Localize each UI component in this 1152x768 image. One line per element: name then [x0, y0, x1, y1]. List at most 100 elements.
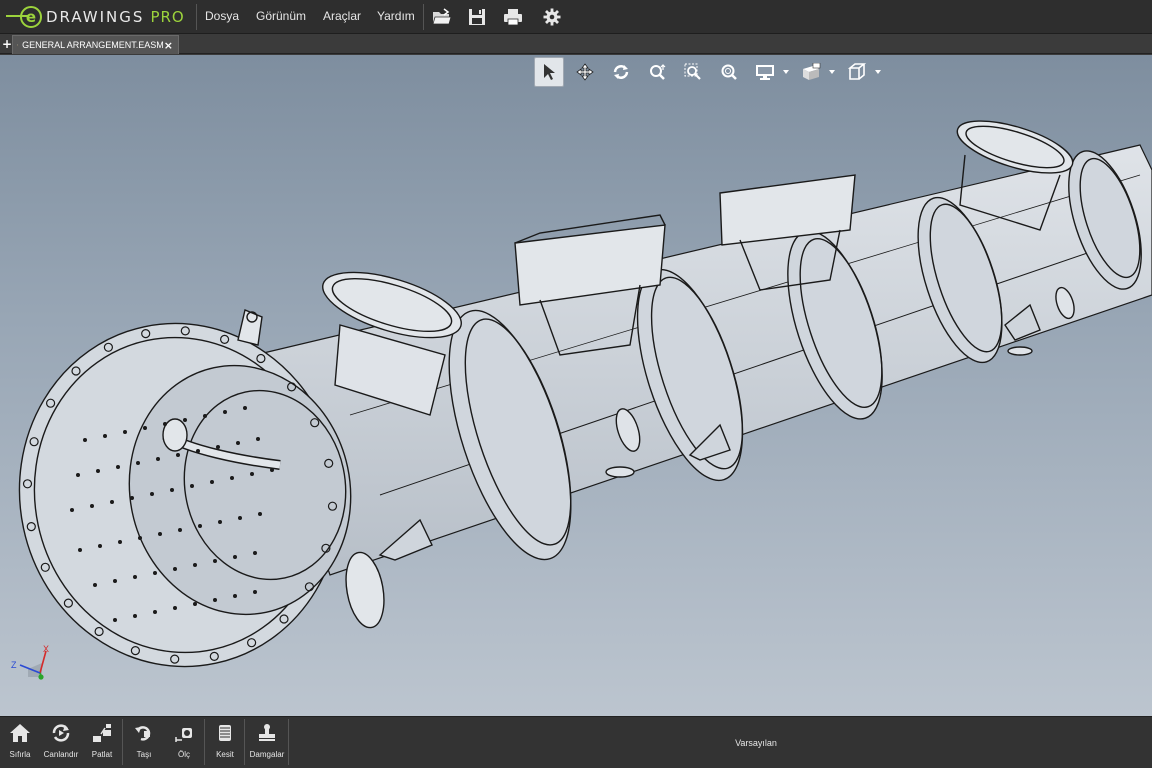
perforation-hole: [178, 528, 182, 532]
side-nozzle: [1007, 346, 1033, 356]
perforation-hole: [93, 583, 97, 587]
perforation-hole: [78, 548, 82, 552]
measure-icon: [175, 728, 192, 742]
zoom-area-icon: [684, 63, 701, 80]
perforation-hole: [193, 563, 197, 567]
reset-button[interactable]: Sıfırla: [4, 719, 36, 765]
display-style-tool[interactable]: [750, 57, 780, 87]
standard-views-dropdown-icon[interactable]: [828, 57, 836, 87]
views-icon: [803, 63, 821, 80]
stamp-icon: [259, 724, 275, 741]
measure-button[interactable]: Ölç: [166, 719, 202, 765]
perforation-hole: [90, 504, 94, 508]
menu-yardim[interactable]: Yardım: [377, 9, 415, 23]
app-header: e DRAWINGS PRO Dosya Görünüm Araçlar Yar…: [0, 0, 1152, 34]
toolbar-divider: [244, 719, 245, 765]
stamps-label: Damgalar: [249, 750, 285, 759]
triad-z-label: Z: [11, 660, 17, 670]
reset-label: Sıfırla: [9, 750, 31, 759]
display-style-dropdown-icon[interactable]: [782, 57, 790, 87]
perforation-hole: [153, 610, 157, 614]
perforation-hole: [173, 567, 177, 571]
pressure-vessel-assembly-model[interactable]: [0, 55, 1152, 716]
toolbar-divider: [204, 719, 205, 765]
bottom-toolbar: Sıfırla Canlandır Patlat Taşı Ölç Kesit …: [0, 716, 1152, 768]
configuration-name[interactable]: Varsayılan: [700, 738, 812, 748]
zoom-to-fit-tool[interactable]: [714, 57, 744, 87]
perforation-hole: [183, 418, 187, 422]
perforation-hole: [216, 445, 220, 449]
zoom-fit-icon: [721, 64, 737, 80]
document-tab-strip: + GENERAL ARRANGEMENT.EASM ×: [0, 34, 1152, 54]
pan-tool[interactable]: [570, 57, 600, 87]
stamps-button[interactable]: Damgalar: [246, 719, 288, 765]
perforation-hole: [133, 614, 137, 618]
zoom-tool[interactable]: [642, 57, 672, 87]
explode-button[interactable]: Patlat: [86, 719, 118, 765]
perforation-hole: [213, 559, 217, 563]
section-button[interactable]: Kesit: [208, 719, 242, 765]
move-component-icon: [135, 726, 151, 741]
toolbar-divider: [122, 719, 123, 765]
measure-label: Ölç: [178, 750, 190, 759]
perforation-hole: [210, 480, 214, 484]
perforation-hole: [238, 516, 242, 520]
save-icon[interactable]: [466, 6, 488, 28]
perforation-hole: [250, 472, 254, 476]
home-reset-icon: [10, 724, 30, 742]
view-orientation-tool[interactable]: [842, 57, 872, 87]
menu-dosya[interactable]: Dosya: [205, 9, 239, 23]
orientation-triad: X Z: [11, 644, 49, 680]
zoom-to-area-tool[interactable]: [678, 57, 708, 87]
perforation-hole: [136, 461, 140, 465]
tab-label: GENERAL ARRANGEMENT.EASM: [22, 40, 164, 50]
perforation-hole: [138, 536, 142, 540]
perforation-hole: [83, 438, 87, 442]
perforation-hole: [113, 618, 117, 622]
perforation-hole: [133, 575, 137, 579]
assembly-icon: [17, 44, 19, 46]
perforation-hole: [223, 410, 227, 414]
perforation-hole: [253, 590, 257, 594]
move-component-button[interactable]: Taşı: [128, 719, 160, 765]
perforation-hole: [176, 453, 180, 457]
perforation-hole: [103, 434, 107, 438]
tab-close-button[interactable]: ×: [164, 39, 173, 52]
select-tool[interactable]: [534, 57, 564, 87]
move-arrows-icon: [576, 63, 594, 81]
perforation-hole: [270, 468, 274, 472]
rotate-tool[interactable]: [606, 57, 636, 87]
menu-araclar[interactable]: Araçlar: [323, 9, 361, 23]
perforation-hole: [233, 555, 237, 559]
perforation-hole: [76, 473, 80, 477]
view-orientation-dropdown-icon[interactable]: [874, 57, 882, 87]
open-folder-icon[interactable]: [431, 6, 453, 28]
perforation-hole: [96, 469, 100, 473]
side-nozzle: [605, 466, 635, 478]
perforation-hole: [98, 544, 102, 548]
print-icon[interactable]: [502, 6, 524, 28]
animate-button[interactable]: Canlandır: [40, 719, 82, 765]
perforation-hole: [150, 492, 154, 496]
perforation-hole: [193, 602, 197, 606]
settings-gear-icon[interactable]: [541, 6, 563, 28]
perforation-hole: [253, 551, 257, 555]
logo-word: DRAWINGS: [46, 8, 145, 26]
view-toolbar: [534, 57, 888, 87]
perforation-hole: [113, 579, 117, 583]
triad-x-label: X: [43, 644, 49, 654]
perforation-hole: [116, 465, 120, 469]
3d-viewport[interactable]: X Z: [0, 55, 1152, 716]
perforation-hole: [203, 414, 207, 418]
perforation-hole: [158, 532, 162, 536]
perforation-hole: [236, 441, 240, 445]
menu-gorunum[interactable]: Görünüm: [256, 9, 306, 23]
tab-general-arrangement[interactable]: GENERAL ARRANGEMENT.EASM ×: [12, 35, 179, 54]
standard-views-tool[interactable]: [796, 57, 826, 87]
perforation-hole: [153, 571, 157, 575]
new-tab-button[interactable]: +: [2, 38, 12, 50]
perforation-hole: [70, 508, 74, 512]
perforation-hole: [130, 496, 134, 500]
logo-e-mark: e: [20, 6, 42, 28]
perforation-hole: [230, 476, 234, 480]
